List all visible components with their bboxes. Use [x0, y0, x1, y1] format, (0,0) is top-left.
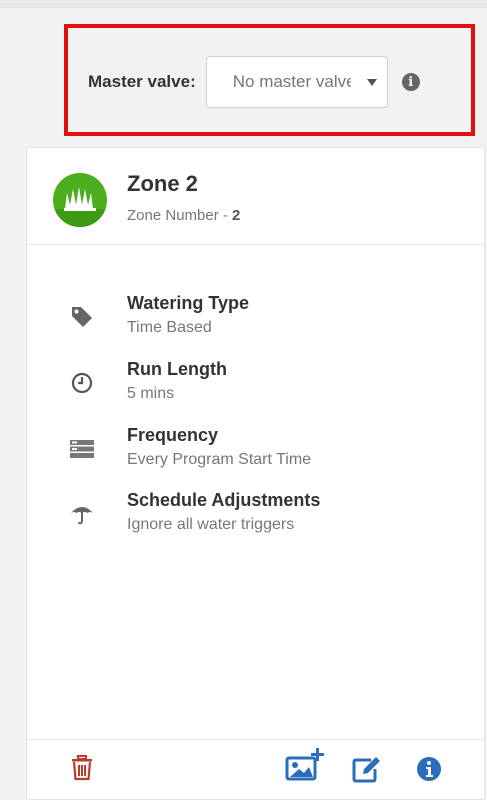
detail-title: Schedule Adjustments [127, 490, 321, 510]
zone-card-header: Zone 2 Zone Number - 2 [27, 148, 484, 245]
detail-title: Frequency [127, 425, 219, 445]
detail-title: Run Length [127, 359, 227, 379]
master-valve-select[interactable]: No master valve [205, 56, 388, 108]
detail-title: Watering Type [127, 293, 250, 313]
detail-frequency: Frequency Every Program Start Time [27, 425, 484, 481]
info-icon[interactable] [416, 756, 442, 782]
detail-watering-type: Watering Type Time Based [27, 293, 484, 349]
tag-icon [72, 307, 92, 327]
zone-card: Zone 2 Zone Number - 2 Watering Type Tim… [26, 147, 485, 800]
zone-number: Zone Number - 2 [127, 207, 240, 224]
detail-value: Time Based [127, 319, 212, 336]
clock-icon [71, 372, 93, 394]
master-valve-row: Master valve: No master valve i [88, 56, 420, 108]
master-valve-label: Master valve: [88, 72, 196, 91]
zone-number-prefix: Zone Number - [127, 207, 233, 224]
zone-title: Zone 2 [127, 171, 198, 196]
grass-icon [53, 173, 107, 227]
chevron-down-icon [366, 79, 377, 86]
trash-icon[interactable] [69, 754, 95, 782]
add-image-icon[interactable] [285, 746, 325, 782]
umbrella-icon [71, 507, 93, 525]
zone-number-value: 2 [232, 207, 241, 224]
detail-schedule-adjustments: Schedule Adjustments Ignore all water tr… [27, 490, 484, 546]
detail-run-length: Run Length 5 mins [27, 359, 484, 415]
info-icon[interactable]: i [401, 73, 420, 91]
calendar-list-icon [70, 440, 94, 458]
card-footer [27, 739, 484, 799]
detail-value: 5 mins [127, 385, 175, 402]
detail-value: Every Program Start Time [127, 451, 312, 468]
detail-value: Ignore all water triggers [127, 516, 295, 533]
master-valve-selected-value: No master valve [232, 72, 351, 91]
top-strip [0, 0, 487, 8]
edit-icon[interactable] [351, 754, 383, 784]
